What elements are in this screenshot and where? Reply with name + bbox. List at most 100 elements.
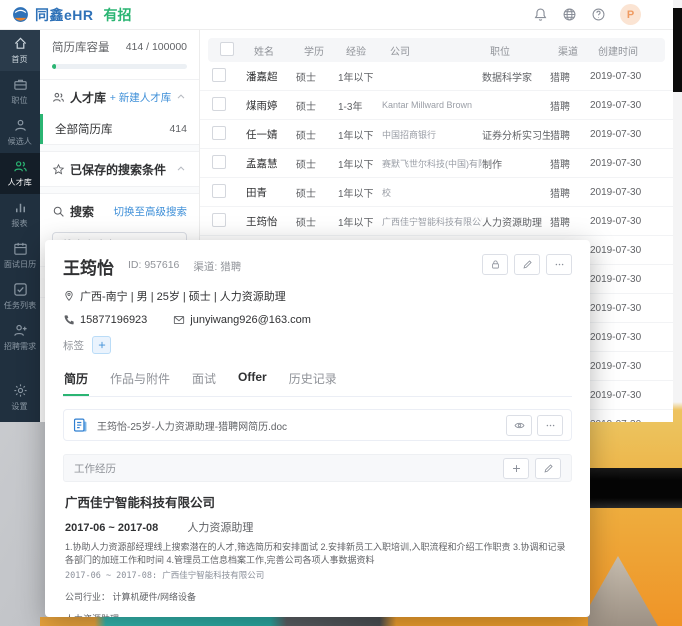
calendar-icon: [13, 241, 28, 256]
add-experience-button[interactable]: [503, 458, 529, 479]
sidebar-item-all-resumes[interactable]: 全部简历库 414: [40, 114, 199, 144]
nav-item-home[interactable]: 首页: [0, 30, 40, 71]
attachment-more-button[interactable]: [537, 415, 563, 436]
wallpaper-black-stripe: [588, 468, 682, 508]
table-row[interactable]: 煤雨婷 硕士 1-3年 Kantar Millward Brown 猎聘 201…: [200, 91, 673, 120]
gear-icon: [13, 383, 28, 398]
more-button[interactable]: [546, 254, 572, 275]
brand-tag: 有招: [104, 5, 132, 25]
table-row[interactable]: 任一婧 硕士 1年以下 中国招商银行 证券分析实习生 猎聘 2019-07-30: [200, 120, 673, 149]
nav-item-settings[interactable]: 设置: [0, 377, 40, 418]
work-experience-header: 工作经历: [63, 454, 572, 482]
table-row[interactable]: 田青 硕士 1年以下 校 猎聘 2019-07-30: [200, 178, 673, 207]
advanced-search-link[interactable]: 切换至高级搜索: [114, 204, 188, 219]
saved-search-title: 已保存的搜索条件: [52, 161, 166, 178]
row-checkbox[interactable]: [212, 213, 226, 227]
tags-label: 标签: [63, 338, 84, 353]
bar-chart-icon: [13, 200, 28, 215]
experience-summary: 1.协助人力资源部经理线上搜索潜在的人才,筛选简历和安排面试 2.安排新员工入职…: [65, 541, 570, 567]
users-icon: [52, 91, 65, 104]
nav-rail: 首页 职位 候选人 人才库 报表 面试日历 任务列表 招聘需求: [0, 30, 40, 422]
task-check-icon: [13, 282, 28, 297]
tab-resume[interactable]: 简历: [63, 364, 89, 396]
select-all-checkbox[interactable]: [220, 42, 234, 56]
lock-icon: [490, 259, 501, 270]
candidate-name: 王筠怡: [63, 254, 114, 279]
search-section-title: 搜索: [52, 203, 94, 220]
candidate-id: ID: 957616: [128, 259, 179, 271]
briefcase-icon: [13, 77, 28, 92]
row-checkbox[interactable]: [212, 126, 226, 140]
users-icon: [13, 159, 28, 174]
experience-period-line: 2017-06 ~ 2017-08: 广西佳宁智能科技有限公司: [65, 569, 570, 581]
candidate-detail-modal: 王筠怡 ID: 957616 渠道: 猎聘 广西-南宁 | 男 | 25岁 | …: [45, 240, 590, 617]
plus-icon: [511, 463, 522, 474]
nav-item-task-list[interactable]: 任务列表: [0, 276, 40, 317]
table-row[interactable]: 潘嘉超 硕士 1年以下 数据科学家 猎聘 2019-07-30: [200, 62, 673, 91]
wallpaper-gray-wedge: [578, 556, 658, 626]
edit-button[interactable]: [514, 254, 540, 275]
chevron-up-icon[interactable]: [175, 91, 187, 103]
resume-attachment[interactable]: 王筠怡-25岁-人力资源助理-猎聘网简历.doc: [63, 409, 572, 441]
phone-icon: [63, 314, 75, 326]
pencil-icon: [522, 259, 533, 270]
preview-button[interactable]: [506, 415, 532, 436]
wallpaper-bottom-strip: [40, 617, 588, 626]
candidate-channel: 渠道: 猎聘: [193, 259, 241, 274]
experience-company: 广西佳宁智能科技有限公司: [65, 492, 570, 511]
modal-header: 王筠怡 ID: 957616 渠道: 猎聘: [63, 254, 572, 279]
wallpaper-orange-block: [588, 420, 682, 626]
row-checkbox[interactable]: [212, 184, 226, 198]
user-avatar[interactable]: P: [620, 4, 641, 25]
candidate-info-line: 广西-南宁 | 男 | 25岁 | 硕士 | 人力资源助理: [63, 288, 572, 304]
notifications-bell-icon[interactable]: [533, 7, 548, 22]
nav-item-hiring-requests[interactable]: 招聘需求: [0, 317, 40, 358]
edit-experience-button[interactable]: [535, 458, 561, 479]
pool-section-title: 人才库: [52, 89, 106, 106]
new-pool-link[interactable]: + 新建人才库: [110, 90, 172, 105]
capacity-value: 414 / 100000: [126, 41, 187, 53]
work-experience-body: 广西佳宁智能科技有限公司 2017-06 ~ 2017-08 人力资源助理 1.…: [63, 482, 572, 617]
search-section-header: 搜索 切换至高级搜索: [40, 194, 199, 228]
add-tag-button[interactable]: [92, 336, 111, 354]
divider: [40, 186, 199, 194]
tab-works-attachments[interactable]: 作品与附件: [109, 364, 171, 396]
row-checkbox[interactable]: [212, 97, 226, 111]
header-actions: P: [533, 4, 641, 25]
saved-search-header[interactable]: 已保存的搜索条件: [40, 152, 199, 186]
capacity-row: 简历库容量 414 / 100000: [40, 30, 199, 64]
candidate-contact: 15877196923 junyiwang926@163.com: [63, 314, 572, 326]
nav-item-reports[interactable]: 报表: [0, 194, 40, 235]
table-row[interactable]: 孟嘉慧 硕士 1年以下 赛默飞世尔科技(中国)有限公司 制作 猎聘 2019-0…: [200, 149, 673, 178]
location-pin-icon: [63, 290, 75, 302]
help-icon[interactable]: [591, 7, 606, 22]
chevron-up-icon[interactable]: [175, 163, 187, 175]
row-checkbox[interactable]: [212, 68, 226, 82]
mail-icon: [173, 314, 185, 326]
language-globe-icon[interactable]: [562, 7, 577, 22]
table-row[interactable]: 王筠怡 硕士 1年以下 广西佳宁智能科技有限公司 人力资源助理 猎聘 2019-…: [200, 207, 673, 236]
brand-logo: 同鑫eHR 有招: [12, 5, 132, 25]
user-plus-icon: [13, 323, 28, 338]
row-checkbox[interactable]: [212, 155, 226, 169]
plus-icon: [97, 340, 107, 350]
tab-history[interactable]: 历史记录: [288, 364, 338, 396]
pencil-icon: [543, 463, 554, 474]
nav-item-interview-calendar[interactable]: 面试日历: [0, 235, 40, 276]
star-icon: [52, 163, 65, 176]
capacity-progress-bar: [52, 64, 187, 69]
table-header: 姓名 学历 经验 公司 职位 渠道 创建时间: [208, 38, 665, 62]
top-header: 同鑫eHR 有招 P: [0, 0, 673, 30]
user-icon: [13, 118, 28, 133]
nav-item-talent-pool[interactable]: 人才库: [0, 153, 40, 194]
nav-item-jobs[interactable]: 职位: [0, 71, 40, 112]
tab-interview[interactable]: 面试: [191, 364, 217, 396]
search-icon: [52, 205, 65, 218]
nav-item-candidates[interactable]: 候选人: [0, 112, 40, 153]
modal-tabs: 简历 作品与附件 面试 Offer 历史记录: [63, 364, 572, 397]
logo-icon: [12, 6, 29, 23]
tags-row: 标签: [63, 336, 572, 354]
tab-offer[interactable]: Offer: [237, 364, 268, 396]
lock-button[interactable]: [482, 254, 508, 275]
attachment-filename: 王筠怡-25岁-人力资源助理-猎聘网简历.doc: [97, 418, 287, 433]
